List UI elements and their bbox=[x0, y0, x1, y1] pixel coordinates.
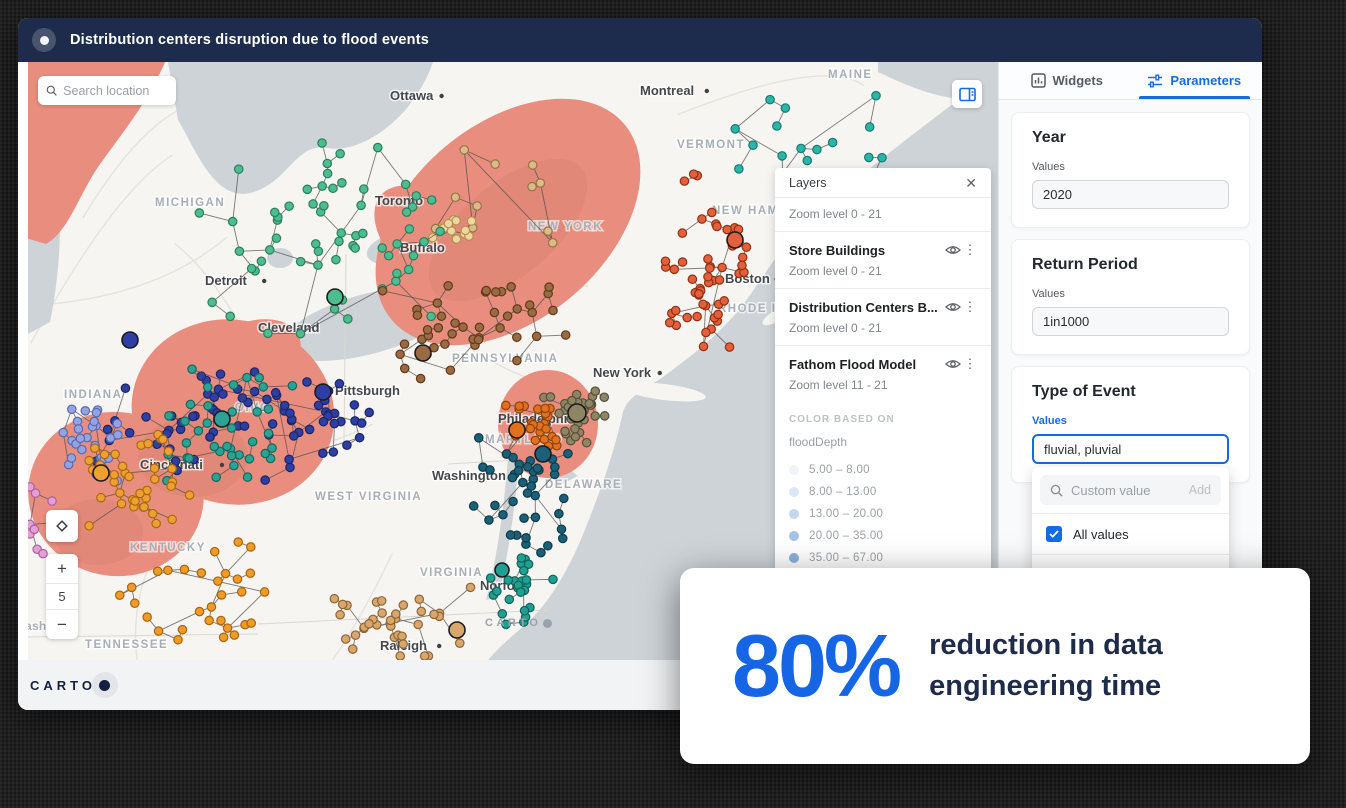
zoom-in-button[interactable]: + bbox=[46, 554, 78, 583]
parameter-card-return-period: Return Period Values bbox=[1011, 239, 1250, 355]
layer-row[interactable]: Fathom Flood Model⋮Zoom level 11 - 21 bbox=[775, 346, 991, 402]
carto-logo: CARTO bbox=[30, 672, 118, 698]
parameter-title: Type of Event bbox=[1032, 383, 1229, 401]
eye-icon bbox=[945, 301, 961, 313]
svg-text:Montreal: Montreal bbox=[640, 83, 694, 98]
panel-layout-icon bbox=[959, 87, 976, 102]
zoom-out-button[interactable]: − bbox=[46, 610, 78, 639]
values-label: Values bbox=[1032, 161, 1229, 173]
svg-text:Washington: Washington bbox=[432, 468, 506, 483]
parameter-title: Year bbox=[1032, 129, 1229, 147]
svg-text:Ottawa: Ottawa bbox=[390, 88, 434, 103]
svg-text:NEW YORK: NEW YORK bbox=[528, 221, 603, 233]
stat-value: 80% bbox=[732, 615, 899, 717]
locate-icon bbox=[54, 518, 70, 534]
svg-text:WEST VIRGINIA: WEST VIRGINIA bbox=[315, 491, 422, 503]
svg-text:New York: New York bbox=[593, 365, 652, 380]
app-logo-icon bbox=[32, 28, 56, 52]
layer-menu-icon[interactable]: ⋮ bbox=[963, 242, 977, 258]
layer-menu-icon[interactable]: ⋮ bbox=[963, 299, 977, 315]
legend-item: 20.00 – 35.00 bbox=[789, 525, 977, 547]
tab-parameters[interactable]: Parameters bbox=[1131, 62, 1259, 99]
svg-text:PENNSYLVANIA: PENNSYLVANIA bbox=[452, 353, 558, 365]
svg-text:DELAWARE: DELAWARE bbox=[545, 479, 622, 491]
search-input[interactable] bbox=[63, 84, 168, 98]
checkbox-checked-icon[interactable] bbox=[1046, 526, 1062, 542]
search-icon bbox=[1050, 484, 1063, 497]
color-field-name: floodDepth bbox=[775, 427, 991, 453]
type-of-event-input[interactable] bbox=[1032, 434, 1229, 464]
year-input[interactable] bbox=[1032, 180, 1229, 209]
legend-item: 8.00 – 13.00 bbox=[789, 481, 977, 503]
stat-caption: reduction in data engineering time bbox=[929, 625, 1163, 706]
svg-text:MICHIGAN: MICHIGAN bbox=[155, 197, 225, 209]
search-icon bbox=[46, 84, 57, 97]
layer-row[interactable]: Store Buildings⋮Zoom level 0 - 21 bbox=[775, 232, 991, 289]
zoom-level: 5 bbox=[46, 583, 78, 610]
svg-text:VIRGINIA: VIRGINIA bbox=[420, 567, 483, 579]
locate-button[interactable] bbox=[46, 510, 78, 542]
values-label: Values bbox=[1032, 415, 1229, 427]
eye-icon bbox=[945, 244, 961, 256]
panel-toggle-button[interactable] bbox=[952, 80, 982, 108]
legend-item: 35.00 – 67.00 bbox=[789, 547, 977, 569]
tab-widgets[interactable]: Widgets bbox=[1003, 62, 1131, 99]
svg-text:TENNESSEE: TENNESSEE bbox=[85, 639, 168, 651]
eye-icon bbox=[945, 358, 961, 370]
svg-text:Detroit: Detroit bbox=[205, 273, 248, 288]
custom-value-placeholder: Custom value bbox=[1071, 483, 1181, 498]
svg-text:VERMONT: VERMONT bbox=[677, 139, 745, 151]
values-label: Values bbox=[1032, 288, 1229, 300]
svg-text:KENTUCKY: KENTUCKY bbox=[130, 542, 206, 554]
close-icon[interactable]: ✕ bbox=[965, 176, 977, 190]
layer-menu-icon[interactable]: ⋮ bbox=[963, 356, 977, 372]
titlebar: Distribution centers disruption due to f… bbox=[18, 18, 1262, 62]
layers-panel-title: Layers bbox=[789, 176, 827, 190]
sidebar-tabs: Widgets Parameters bbox=[999, 62, 1262, 100]
legend-item: 5.00 – 8.00 bbox=[789, 459, 977, 481]
color-based-on-label: COLOR BASED ON bbox=[775, 402, 991, 427]
svg-text:INDIANA: INDIANA bbox=[64, 389, 122, 401]
custom-value-search[interactable]: Custom value Add bbox=[1040, 475, 1221, 505]
layer-visibility-button[interactable] bbox=[943, 244, 963, 256]
svg-text:Pittsburgh: Pittsburgh bbox=[335, 383, 400, 398]
layer-row-partial[interactable]: Zoom level 0 - 21 bbox=[775, 198, 991, 232]
add-button[interactable]: Add bbox=[1189, 483, 1211, 497]
layer-visibility-button[interactable] bbox=[943, 301, 963, 313]
layer-visibility-button[interactable] bbox=[943, 358, 963, 370]
layer-row[interactable]: Distribution Centers B...⋮Zoom level 0 -… bbox=[775, 289, 991, 346]
all-values-option[interactable]: All values bbox=[1032, 514, 1229, 554]
parameter-card-type-of-event: Type of Event Values Custom value bbox=[1011, 366, 1250, 483]
return-period-input[interactable] bbox=[1032, 307, 1229, 336]
page-title: Distribution centers disruption due to f… bbox=[70, 32, 429, 48]
parameter-card-year: Year Values bbox=[1011, 112, 1250, 228]
map-search[interactable] bbox=[38, 76, 176, 105]
zoom-control: + 5 − bbox=[46, 554, 78, 639]
parameters-icon bbox=[1147, 74, 1163, 88]
widgets-icon bbox=[1031, 73, 1046, 88]
legend-item: 13.00 – 20.00 bbox=[789, 503, 977, 525]
svg-text:MAINE: MAINE bbox=[828, 69, 873, 81]
carto-watermark: CARTO bbox=[485, 617, 552, 629]
stat-card: 80% reduction in data engineering time bbox=[680, 568, 1310, 764]
parameter-title: Return Period bbox=[1032, 256, 1229, 274]
